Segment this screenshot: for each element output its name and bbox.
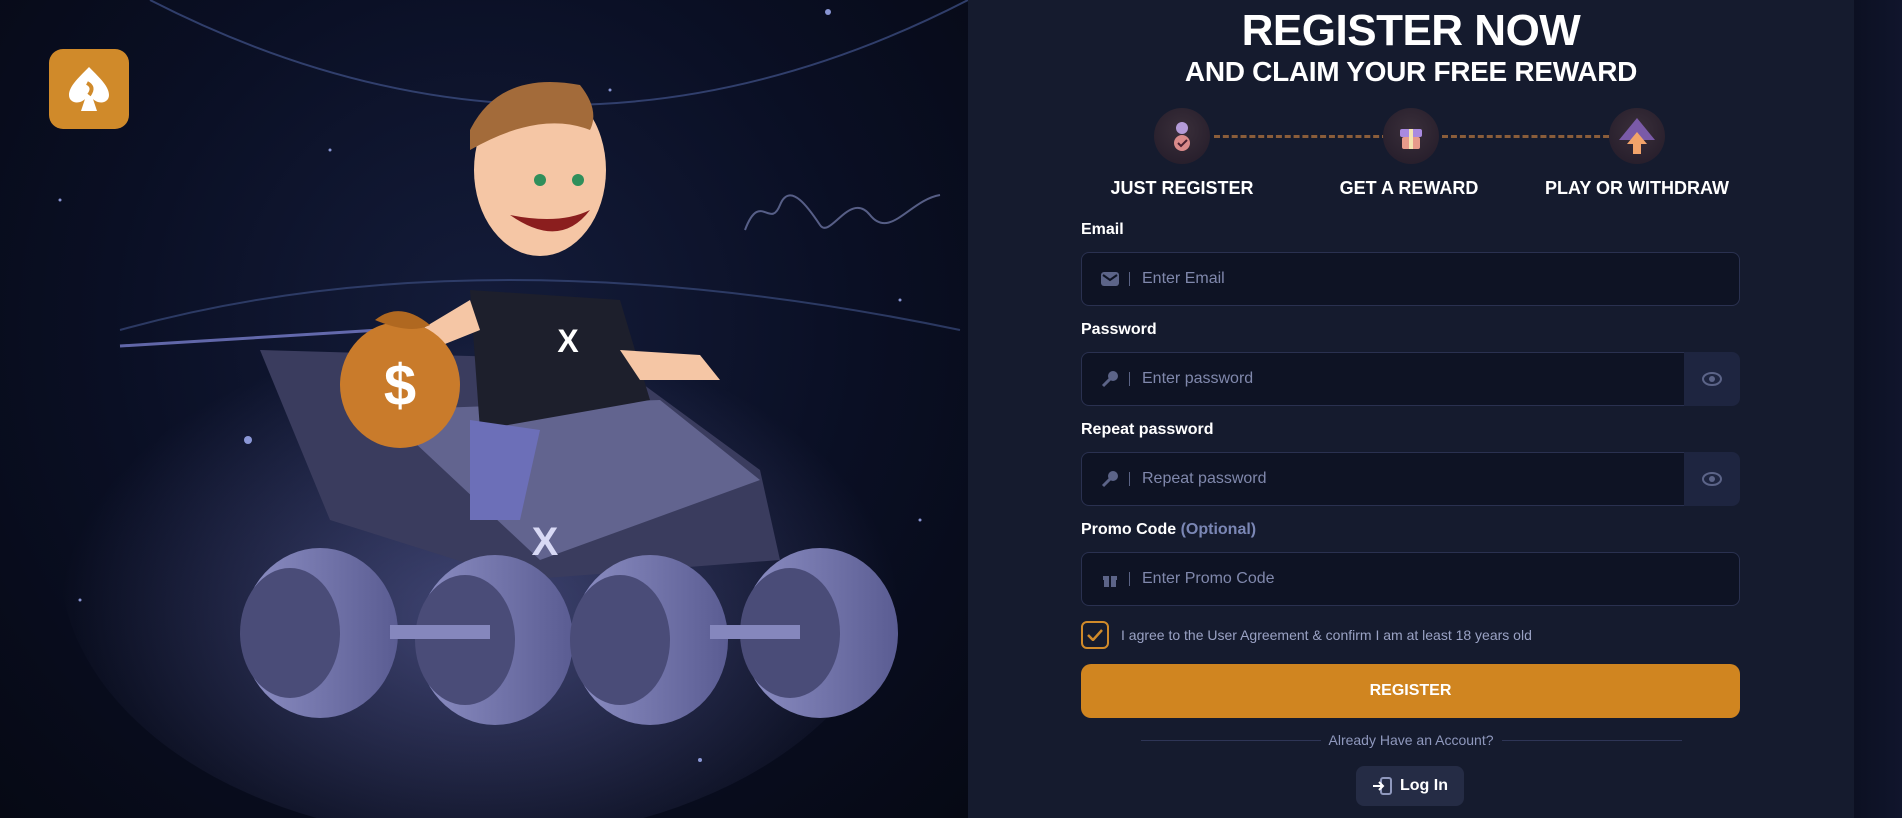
- brand-logo[interactable]: [49, 49, 129, 129]
- step-label: PLAY OR WITHDRAW: [1544, 178, 1729, 198]
- agreement-text: I agree to the User Agreement & confirm …: [1121, 627, 1532, 643]
- register-panel: REGISTER NOW AND CLAIM YOUR FREE REWARD: [968, 0, 1854, 818]
- promo-label: Promo Code (Optional): [1081, 521, 1256, 539]
- already-account-text: Already Have an Account?: [1328, 732, 1494, 748]
- email-label: Email: [1081, 221, 1124, 238]
- step-connector: [1442, 135, 1618, 138]
- step-label: JUST REGISTER: [1110, 178, 1254, 198]
- eye-icon: [1702, 472, 1722, 486]
- email-placeholder: Enter Email: [1142, 270, 1225, 287]
- mail-icon: [1100, 269, 1120, 289]
- key-icon: [1100, 469, 1120, 489]
- gift-box-icon: [1383, 108, 1439, 164]
- input-separator: [1129, 472, 1130, 486]
- password-field[interactable]: Enter password: [1081, 352, 1685, 406]
- agreement-row: I agree to the User Agreement & confirm …: [1081, 621, 1532, 649]
- arrow-up-icon: [1609, 108, 1665, 164]
- agreement-checkbox[interactable]: [1081, 621, 1109, 649]
- step-label: GET A REWARD: [1339, 178, 1479, 198]
- hero-illustration: $ X X: [0, 0, 968, 818]
- show-password-button[interactable]: [1684, 352, 1740, 406]
- hero-scene: $ X X: [58, 0, 968, 818]
- step-connector: [1214, 135, 1388, 138]
- password-placeholder: Enter password: [1142, 370, 1254, 387]
- register-page: $ X X REGISTER NOW AND CLAIM YOUR FREE R…: [0, 0, 1902, 818]
- promo-label-text: Promo Code: [1081, 521, 1177, 538]
- login-icon: [1373, 777, 1392, 795]
- key-icon: [1100, 369, 1120, 389]
- page-subtitle: AND CLAIM YOUR FREE REWARD: [1184, 56, 1638, 87]
- login-button[interactable]: Log In: [1356, 766, 1464, 806]
- svg-text:X: X: [557, 323, 579, 359]
- reward-steps: JUST REGISTER GET A REWARD PLAY OR WITHD…: [968, 108, 1854, 203]
- right-edge-background: [1854, 0, 1902, 818]
- check-icon: [1087, 629, 1103, 641]
- repeat-password-field[interactable]: Repeat password: [1081, 452, 1685, 506]
- password-label: Password: [1081, 321, 1157, 338]
- input-separator: [1129, 272, 1130, 286]
- optional-tag: (Optional): [1180, 521, 1257, 538]
- input-separator: [1129, 572, 1130, 586]
- show-repeat-password-button[interactable]: [1684, 452, 1740, 506]
- repeat-password-label: Repeat password: [1081, 421, 1214, 438]
- register-button[interactable]: REGISTER: [1081, 664, 1740, 718]
- repeat-password-placeholder: Repeat password: [1142, 470, 1267, 487]
- eye-icon: [1702, 372, 1722, 386]
- spade-icon: [69, 67, 109, 111]
- svg-text:$: $: [384, 353, 416, 418]
- input-separator: [1129, 372, 1130, 386]
- user-check-icon: [1154, 108, 1210, 164]
- promo-placeholder: Enter Promo Code: [1142, 570, 1275, 587]
- svg-text:X: X: [532, 520, 559, 564]
- gift-icon: [1100, 569, 1120, 589]
- email-field[interactable]: Enter Email: [1081, 252, 1740, 306]
- promo-code-field[interactable]: Enter Promo Code: [1081, 552, 1740, 606]
- login-label: Log In: [1400, 777, 1448, 794]
- page-title: REGISTER NOW: [1241, 6, 1581, 55]
